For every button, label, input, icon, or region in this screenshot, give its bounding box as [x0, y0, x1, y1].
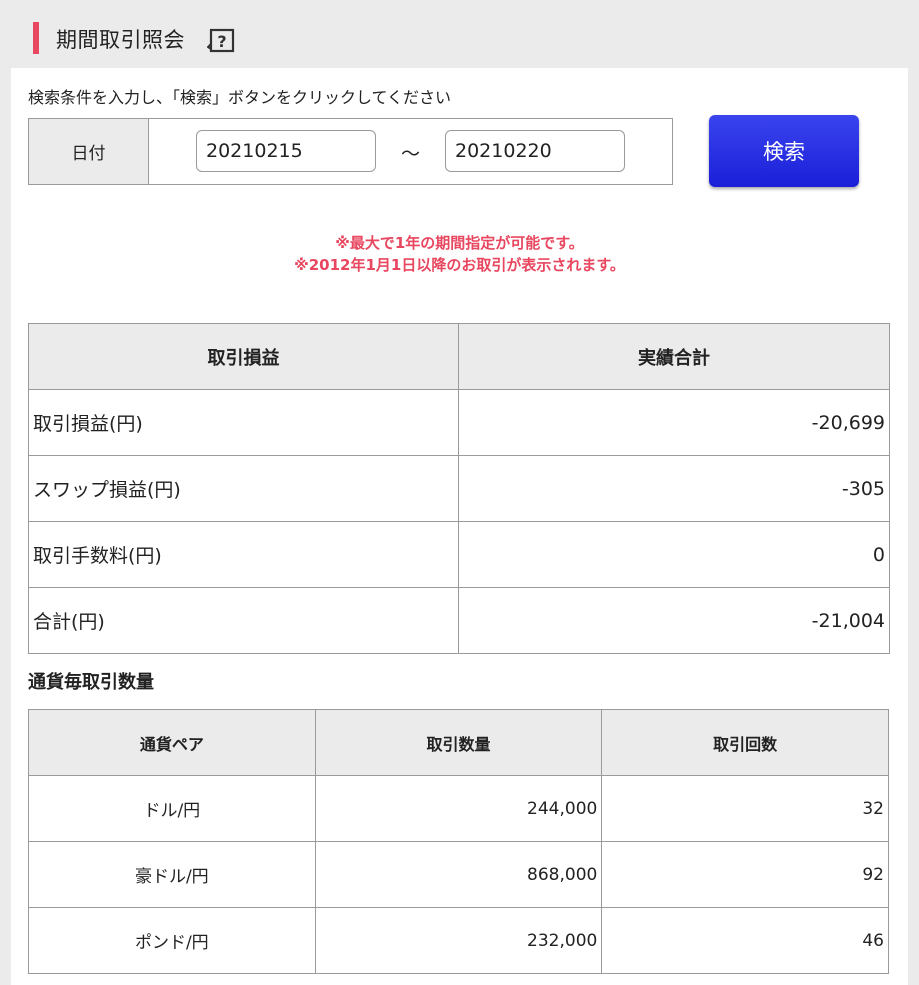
column-header: 取引回数: [601, 709, 889, 776]
note-period-limit: ※最大で1年の期間指定が可能です。: [335, 234, 584, 252]
row-label: 取引損益(円): [28, 389, 459, 456]
title-accent-bar: [33, 22, 39, 54]
svg-text:?: ?: [217, 32, 226, 51]
row-label: スワップ損益(円): [28, 455, 459, 522]
trade-count: 92: [601, 841, 889, 908]
trade-volume: 868,000: [314, 841, 603, 908]
search-button[interactable]: 検索: [709, 115, 859, 187]
table-header-row: 取引損益 実績合計: [28, 323, 890, 390]
table-header-row: 通貨ペア 取引数量 取引回数: [28, 709, 889, 776]
date-from-input[interactable]: [196, 130, 376, 172]
search-instruction: 検索条件を入力し、「検索」ボタンをクリックしてください: [28, 88, 452, 107]
page-title: 期間取引照会: [56, 28, 185, 52]
trade-volume: 232,000: [314, 907, 603, 974]
column-header: 実績合計: [458, 323, 890, 390]
trade-count: 46: [601, 907, 889, 974]
row-value: -21,004: [458, 587, 890, 654]
page-header: 期間取引照会 ?: [0, 0, 919, 68]
currency-volume-table: 通貨ペア 取引数量 取引回数 ドル/円 244,000 32 豪ドル/円 868…: [28, 709, 889, 974]
row-value: 0: [458, 521, 890, 588]
date-range-separator: ～: [401, 143, 421, 165]
row-label: 取引手数料(円): [28, 521, 459, 588]
table-row: 取引手数料(円) 0: [28, 521, 890, 588]
date-label: 日付: [29, 119, 149, 184]
trade-volume: 244,000: [314, 775, 603, 842]
note-date-start: ※2012年1月1日以降のお取引が表示されます。: [294, 256, 625, 274]
help-icon[interactable]: ?: [207, 28, 235, 54]
table-row: 取引損益(円) -20,699: [28, 389, 890, 456]
table-row: ドル/円 244,000 32: [28, 775, 889, 842]
date-filter-row: 日付 ～: [28, 118, 673, 185]
currency-pair: ドル/円: [28, 775, 316, 842]
table-row: 合計(円) -21,004: [28, 587, 890, 654]
column-header: 取引数量: [314, 709, 603, 776]
notes: ※最大で1年の期間指定が可能です。 ※2012年1月1日以降のお取引が表示されま…: [0, 232, 919, 276]
currency-pair: 豪ドル/円: [28, 841, 316, 908]
column-header: 取引損益: [28, 323, 459, 390]
column-header: 通貨ペア: [28, 709, 316, 776]
section-title: 通貨毎取引数量: [28, 672, 154, 693]
row-label: 合計(円): [28, 587, 459, 654]
table-row: スワップ損益(円) -305: [28, 455, 890, 522]
table-row: 豪ドル/円 868,000 92: [28, 841, 889, 908]
profit-loss-table: 取引損益 実績合計 取引損益(円) -20,699 スワップ損益(円) -305…: [28, 323, 890, 654]
date-to-input[interactable]: [445, 130, 625, 172]
trade-count: 32: [601, 775, 889, 842]
currency-pair: ポンド/円: [28, 907, 316, 974]
row-value: -305: [458, 455, 890, 522]
table-row: ポンド/円 232,000 46: [28, 907, 889, 974]
row-value: -20,699: [458, 389, 890, 456]
